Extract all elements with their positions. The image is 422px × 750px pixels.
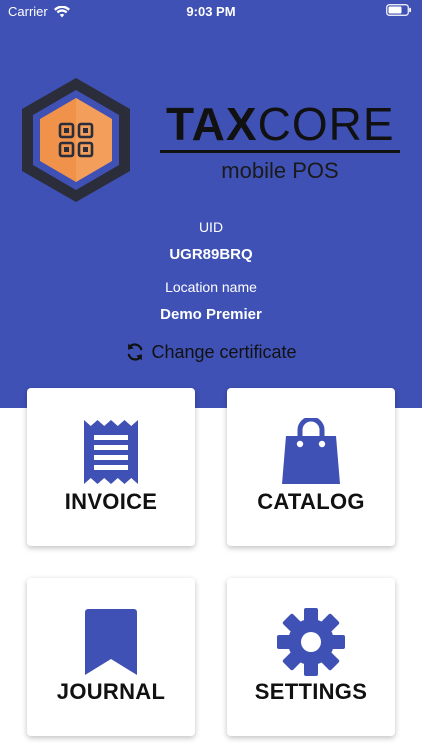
taxcore-logo-icon (22, 78, 130, 202)
location-label: Location name (165, 279, 257, 295)
brand-subtitle: mobile POS (221, 158, 339, 183)
status-right (386, 4, 412, 16)
settings-tile[interactable]: SETTINGS (227, 578, 395, 736)
battery-icon (386, 4, 411, 16)
invoice-tile[interactable]: INVOICE (27, 388, 195, 546)
invoice-label: INVOICE (64, 489, 158, 514)
shopping-bag-icon (282, 418, 340, 484)
settings-label: SETTINGS (254, 679, 368, 704)
bookmark-icon (85, 609, 137, 675)
brand-wordmark: TAXCORE mobile POS (160, 96, 400, 186)
catalog-tile[interactable]: CATALOG (227, 388, 395, 546)
location-value: Demo Premier (160, 306, 262, 323)
journal-label: JOURNAL (56, 679, 166, 704)
uid-value: UGR89BRQ (169, 246, 253, 263)
status-bar: Carrier 9:03 PM (0, 0, 422, 24)
refresh-icon (128, 343, 143, 361)
journal-tile[interactable]: JOURNAL (27, 578, 195, 736)
brand-divider (160, 150, 400, 153)
brand-title-bold: TAX (166, 98, 258, 150)
change-certificate-button[interactable]: Change certificate (0, 339, 422, 365)
status-time: 9:03 PM (186, 4, 236, 19)
change-certificate-label: Change certificate (151, 341, 297, 362)
receipt-icon (84, 420, 138, 484)
catalog-label: CATALOG (257, 489, 365, 514)
uid-label: UID (198, 219, 224, 235)
gear-icon (277, 608, 345, 676)
brand-title-rest: CORE (257, 98, 395, 150)
brand-title: TAXCORE (166, 96, 395, 152)
